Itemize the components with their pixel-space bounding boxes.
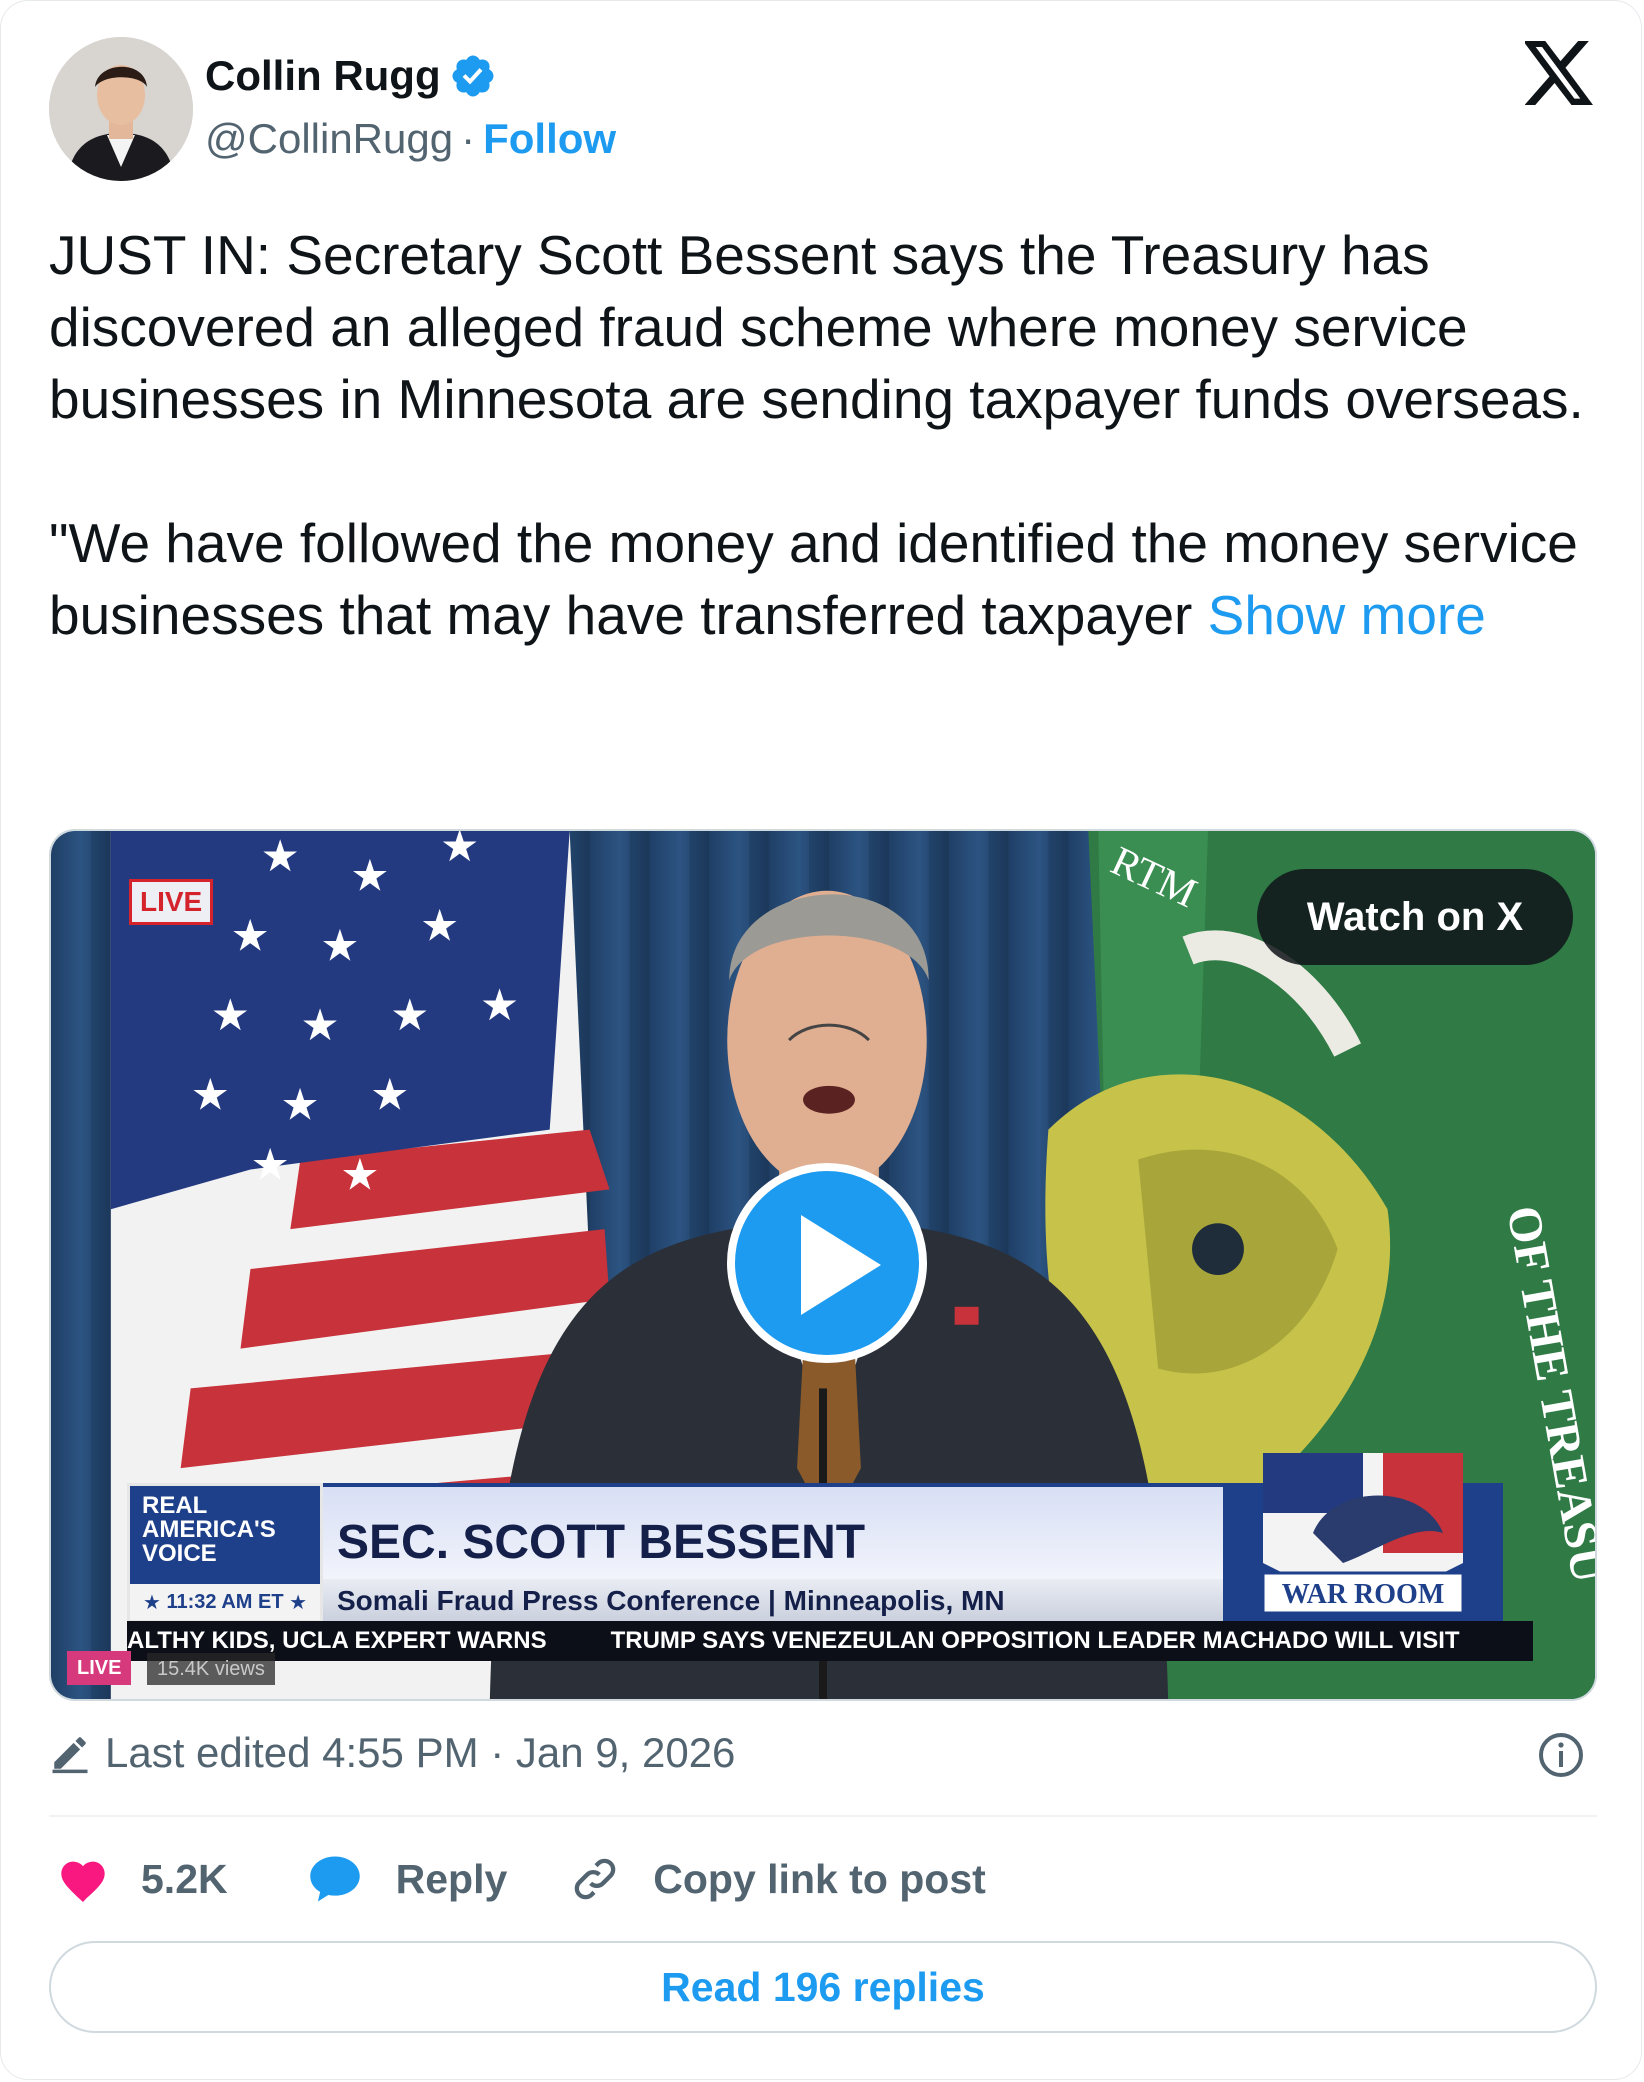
svg-text:★: ★ [350,852,389,901]
copy-link-button[interactable]: Copy link to post [569,1853,986,1905]
lower-third-title: SEC. SCOTT BESSENT [337,1516,866,1569]
svg-text:★: ★ [260,832,299,881]
reply-button[interactable]: Reply [308,1854,508,1904]
tweet-paragraph-2: "We have followed the money and identifi… [49,507,1609,651]
svg-text:★: ★ [340,1150,379,1199]
show-more-link[interactable]: Show more [1208,584,1486,646]
network-logo: REAL AMERICA'S VOICE ★ 11:32 AM ET ★ [127,1483,323,1623]
view-count: 15.4K views [147,1653,275,1685]
follow-button[interactable]: Follow [483,115,616,163]
svg-text:★: ★ [390,991,429,1040]
edited-timestamp[interactable]: Last edited 4:55 PM · Jan 9, 2026 [49,1729,735,1777]
svg-text:★: ★ [480,981,519,1030]
watch-on-x-button[interactable]: Watch on X [1257,869,1573,965]
edited-text: Last edited 4:55 PM · Jan 9, 2026 [105,1729,736,1776]
ticker-item: TRUMP SAYS VENEZEULAN OPPOSITION LEADER … [610,1627,1460,1654]
info-icon[interactable] [1537,1731,1585,1779]
pencil-icon [52,1737,88,1774]
verified-badge-icon [452,55,494,97]
like-button[interactable]: 5.2K [57,1855,228,1903]
ticker-live-badge: LIVE [67,1651,132,1685]
x-logo-icon[interactable] [1525,41,1595,105]
news-ticker: ALTHY KIDS, UCLA EXPERT WARNS TRUMP SAYS… [127,1621,1533,1661]
network-name: REAL AMERICA'S VOICE [142,1492,276,1567]
lower-third-banner: SEC. SCOTT BESSENT Somali Fraud Press Co… [323,1483,1223,1627]
svg-text:★: ★ [231,911,270,960]
live-badge: LIVE [129,879,214,925]
lower-third: REAL AMERICA'S VOICE ★ 11:32 AM ET ★ SEC… [127,1453,1533,1633]
speech-bubble-icon [309,1856,360,1902]
divider [49,1815,1597,1817]
svg-text:★: ★ [420,902,459,951]
broadcast-time: ★ 11:32 AM ET ★ [130,1584,320,1620]
svg-text:★: ★ [250,1140,289,1189]
tweet-text: JUST IN: Secretary Scott Bessent says th… [49,219,1609,651]
svg-text:★: ★ [300,1001,339,1050]
lower-third-subtitle: Somali Fraud Press Conference | Minneapo… [323,1579,1223,1623]
svg-text:★: ★ [440,831,479,871]
war-room-logo: WAR ROOM [1223,1453,1503,1623]
svg-text:★: ★ [191,1071,230,1120]
tweet-paragraph-1: JUST IN: Secretary Scott Bessent says th… [49,224,1584,430]
like-count: 5.2K [141,1855,228,1902]
war-room-text: WAR ROOM [1282,1579,1445,1610]
author-handle[interactable]: @CollinRugg [205,115,453,163]
svg-text:★: ★ [211,991,250,1040]
video-player[interactable]: ★ ★ ★ ★ ★ ★ ★ ★ ★ ★ ★ ★ ★ ★ ★ RTM OF THE TREASU [49,829,1597,1701]
link-icon [574,1858,616,1900]
author-name[interactable]: Collin Rugg [205,52,441,100]
svg-text:★: ★ [370,1071,409,1120]
play-button[interactable] [727,1163,927,1363]
author-name-row: Collin Rugg [205,51,497,101]
action-bar: 5.2K Reply Copy link to post [57,1849,986,1909]
reply-label: Reply [395,1855,508,1902]
svg-text:★: ★ [320,921,359,970]
play-icon [801,1215,881,1315]
broadcast-time-text: 11:32 AM ET [166,1590,284,1613]
copy-link-label: Copy link to post [653,1855,986,1902]
separator-dot: · [461,115,476,162]
svg-text:★: ★ [280,1081,319,1130]
tweet-card: Collin Rugg @CollinRugg · Follow JUST IN… [0,0,1642,2080]
heart-icon [61,1861,105,1902]
handle-row: @CollinRugg · Follow [205,115,616,163]
read-replies-button[interactable]: Read 196 replies [49,1941,1597,2033]
ticker-item: ALTHY KIDS, UCLA EXPERT WARNS [127,1627,547,1654]
avatar[interactable] [49,37,193,181]
